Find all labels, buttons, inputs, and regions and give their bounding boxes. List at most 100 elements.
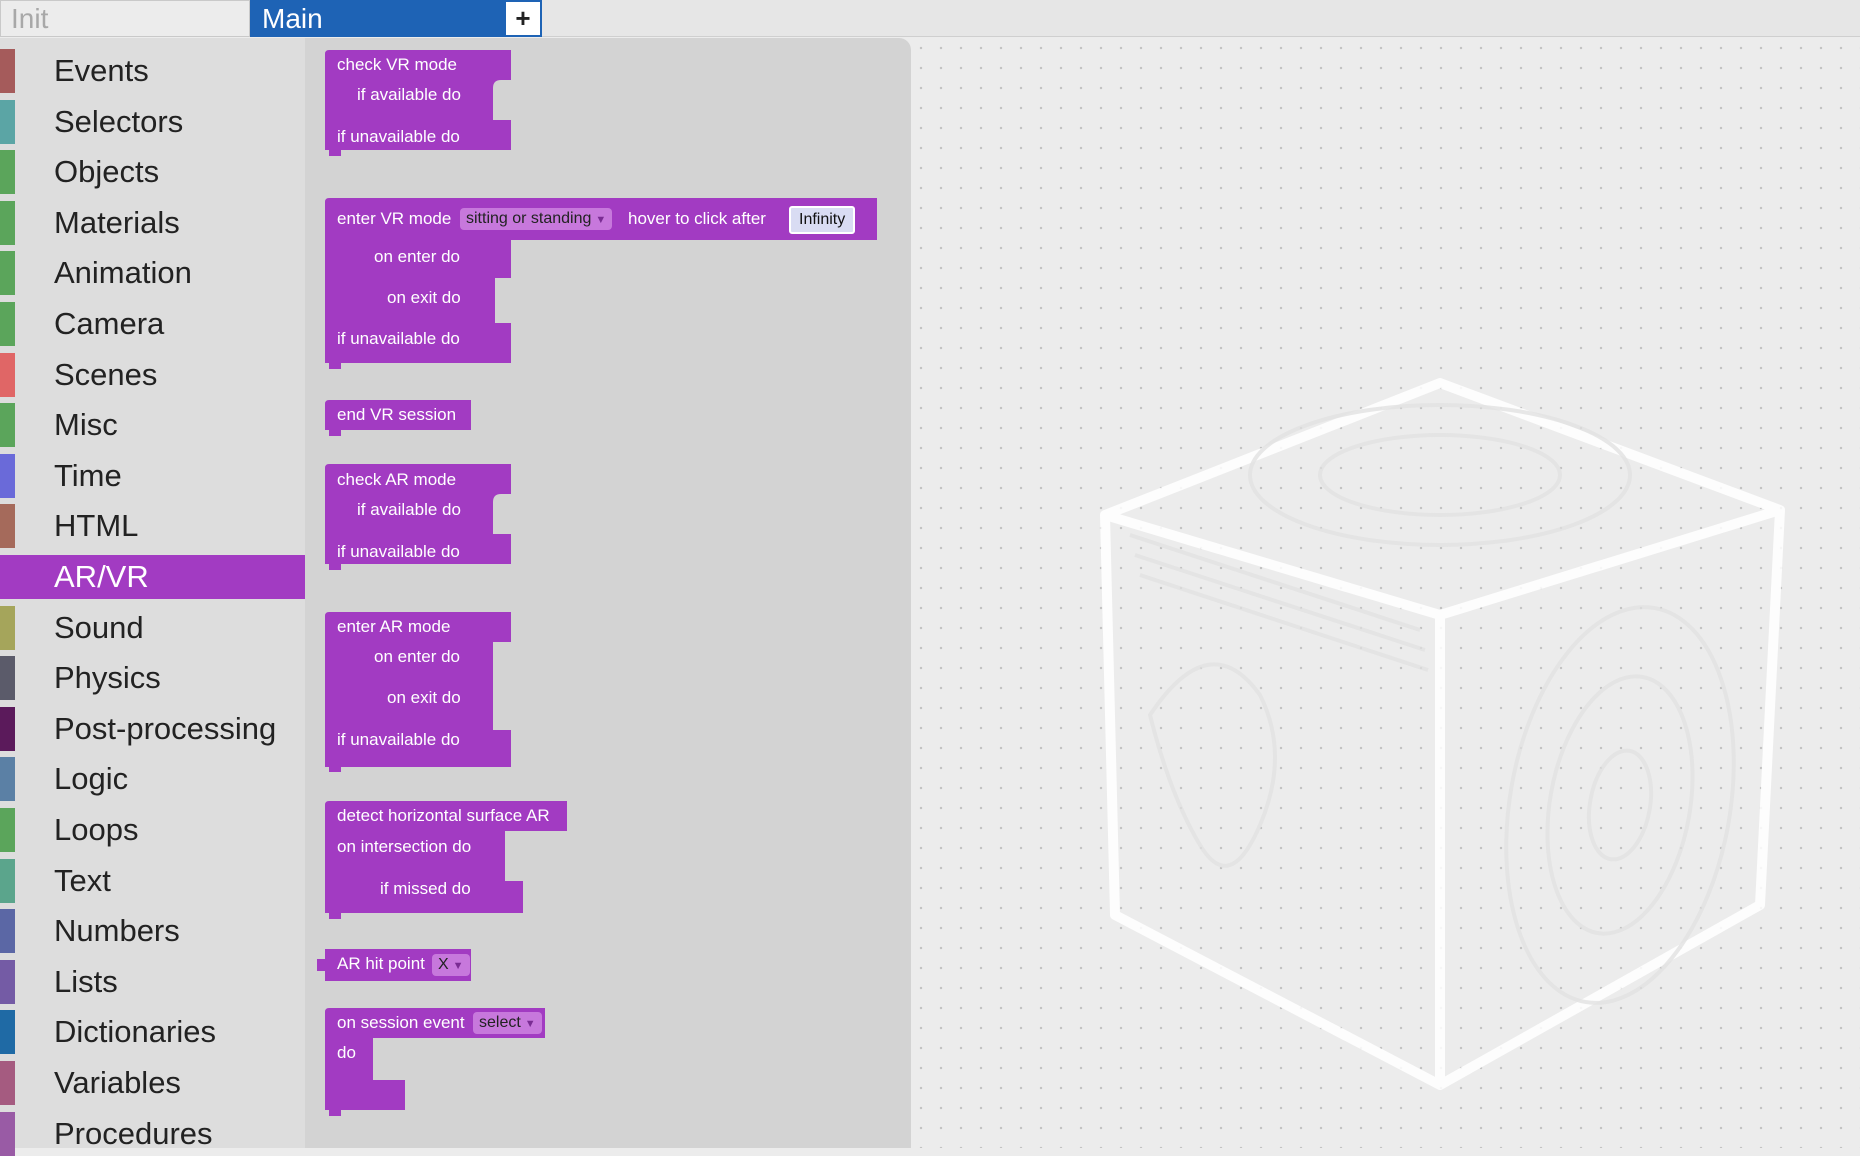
category-label: Events <box>54 53 149 88</box>
cube-logo-watermark <box>1100 378 1785 1090</box>
block-label: on exit do <box>387 288 461 307</box>
category-variables[interactable]: Variables <box>0 1061 305 1105</box>
chevron-down-icon: ▼ <box>595 214 607 226</box>
chevron-down-icon: ▼ <box>452 960 464 972</box>
category-color-swatch <box>0 555 15 599</box>
category-label: Variables <box>54 1065 181 1100</box>
toolbox: Events Selectors Objects Materials Animation… <box>0 38 305 1156</box>
category-numbers[interactable]: Numbers <box>0 909 305 954</box>
category-color-swatch <box>0 656 15 701</box>
category-label: Numbers <box>54 913 180 949</box>
session-event-dropdown[interactable]: select ▼ <box>473 1012 542 1034</box>
category-color-swatch <box>0 1061 15 1105</box>
block-title: on session event <box>337 1013 465 1032</box>
category-label: HTML <box>54 508 139 544</box>
category-label: Physics <box>54 660 161 696</box>
category-loops[interactable]: Loops <box>0 808 305 852</box>
block-label: if unavailable do <box>337 329 460 348</box>
category-label: Scenes <box>54 356 158 392</box>
category-color-swatch <box>0 302 15 346</box>
tab-init[interactable]: Init <box>0 0 250 37</box>
block-title: detect horizontal surface AR <box>337 806 550 825</box>
category-color-swatch <box>0 757 15 802</box>
category-color-swatch <box>0 99 15 144</box>
category-color-swatch <box>0 403 15 448</box>
category-label: Camera <box>54 306 165 341</box>
category-materials[interactable]: Materials <box>0 200 305 245</box>
category-objects[interactable]: Objects <box>0 150 305 195</box>
block-title: end VR session <box>337 405 457 424</box>
category-label: Procedures <box>54 1115 213 1151</box>
axis-dropdown[interactable]: X ▼ <box>432 954 470 976</box>
category-color-swatch <box>0 200 15 245</box>
category-post-processing[interactable]: Post-processing <box>0 706 305 751</box>
category-procedures[interactable]: Procedures <box>0 1111 305 1156</box>
vr-mode-dropdown[interactable]: sitting or standing ▼ <box>460 208 613 230</box>
block-label: on intersection do <box>337 837 472 856</box>
category-color-swatch <box>0 706 15 751</box>
category-lists[interactable]: Lists <box>0 959 305 1004</box>
category-label: AR/VR <box>54 559 149 594</box>
block-label: if unavailable do <box>337 730 460 749</box>
category-label: Dictionaries <box>54 1014 216 1050</box>
category-color-swatch <box>0 504 15 549</box>
category-label: Selectors <box>54 103 184 139</box>
category-color-swatch <box>0 858 15 903</box>
category-label: Materials <box>54 204 180 240</box>
category-label: Lists <box>54 963 118 999</box>
category-dictionaries[interactable]: Dictionaries <box>0 1010 305 1055</box>
category-color-swatch <box>0 251 15 296</box>
category-label: Loops <box>54 812 139 847</box>
block-label: if available do <box>357 500 461 519</box>
block-label: if unavailable do <box>337 542 460 561</box>
category-selectors[interactable]: Selectors <box>0 99 305 144</box>
category-html[interactable]: HTML <box>0 504 305 549</box>
block-title: check VR mode <box>337 55 457 74</box>
block-label: if missed do <box>380 879 471 898</box>
block-label: on enter do <box>374 247 461 266</box>
block-label: hover to click after <box>628 209 766 228</box>
category-animation[interactable]: Animation <box>0 251 305 296</box>
tab-bar: Init Main + <box>0 0 1860 37</box>
block-label: if unavailable do <box>337 127 460 146</box>
category-logic[interactable]: Logic <box>0 757 305 802</box>
block-title: enter VR mode <box>337 209 452 228</box>
category-misc[interactable]: Misc <box>0 403 305 448</box>
add-tab-button[interactable]: + <box>504 0 542 37</box>
category-color-swatch <box>0 1111 15 1156</box>
category-label: Animation <box>54 255 192 291</box>
block-label: on exit do <box>387 688 461 707</box>
category-color-swatch <box>0 959 15 1004</box>
category-label: Post-processing <box>54 710 277 746</box>
category-color-swatch <box>0 453 15 498</box>
category-sound[interactable]: Sound <box>0 605 305 650</box>
block-title: check AR mode <box>337 470 457 489</box>
category-physics[interactable]: Physics <box>0 656 305 701</box>
category-time[interactable]: Time <box>0 453 305 498</box>
category-color-swatch <box>0 352 15 397</box>
block-label: do <box>337 1043 356 1062</box>
category-color-swatch <box>0 605 15 650</box>
tab-main[interactable]: Main <box>250 0 504 37</box>
category-color-swatch <box>0 150 15 195</box>
category-color-swatch <box>0 808 15 852</box>
category-label: Misc <box>54 407 118 443</box>
category-color-swatch <box>0 1010 15 1055</box>
category-color-swatch <box>0 909 15 954</box>
category-label: Text <box>54 862 111 898</box>
category-label: Objects <box>54 154 160 190</box>
block-label: if available do <box>357 85 461 104</box>
chevron-down-icon: ▼ <box>524 1018 536 1030</box>
category-color-swatch <box>0 49 15 93</box>
category-label: Time <box>54 457 122 493</box>
category-scenes[interactable]: Scenes <box>0 352 305 397</box>
block-label: on enter do <box>374 647 461 666</box>
category-ar-vr[interactable]: AR/VR <box>0 555 305 599</box>
category-events[interactable]: Events <box>0 49 305 93</box>
hover-delay-input[interactable]: Infinity <box>789 206 856 234</box>
category-text[interactable]: Text <box>0 858 305 903</box>
block-flyout: check VR mode if available do if unavail… <box>305 38 911 1148</box>
category-label: Sound <box>54 609 144 645</box>
category-camera[interactable]: Camera <box>0 302 305 346</box>
block-title: enter AR mode <box>337 617 451 636</box>
